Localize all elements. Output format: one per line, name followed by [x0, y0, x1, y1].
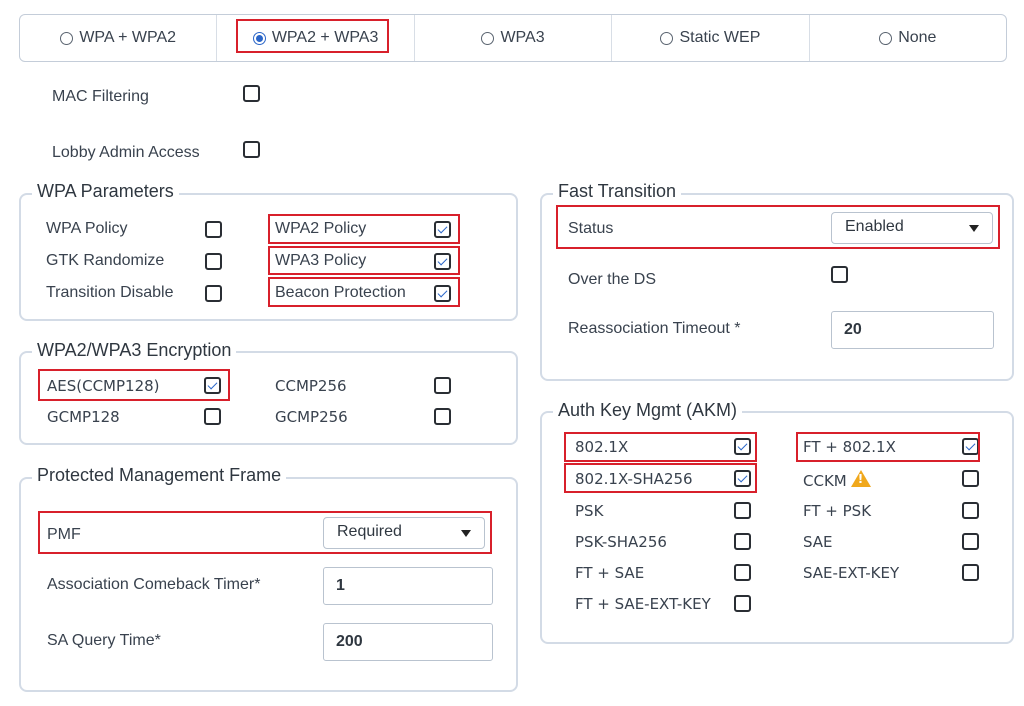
mode-wpa3[interactable]: WPA3 [415, 15, 613, 61]
lobby-admin-checkbox[interactable] [243, 141, 260, 158]
akm-psk-label: PSK [575, 502, 604, 520]
sa-query-input[interactable]: 200 [323, 623, 493, 661]
aes-checkbox[interactable] [204, 377, 221, 394]
fast-transition-title: Fast Transition [553, 181, 682, 202]
akm-ft-sae-ext-label: FT + SAE-EXT-KEY [575, 595, 711, 613]
mac-filtering-checkbox[interactable] [243, 85, 260, 102]
gcmp256-label: GCMP256 [275, 408, 348, 426]
over-ds-checkbox[interactable] [831, 266, 848, 283]
akm-cckm-row: CCKM! [803, 470, 871, 490]
ccmp256-checkbox[interactable] [434, 377, 451, 394]
akm-sae-ext-checkbox[interactable] [962, 564, 979, 581]
mode-label: WPA2 + WPA3 [271, 29, 379, 46]
warning-icon: ! [850, 470, 871, 487]
mode-label: None [898, 29, 937, 46]
transition-disable-checkbox[interactable] [205, 285, 222, 302]
over-ds-label: Over the DS [568, 271, 657, 288]
radio-icon [660, 31, 674, 45]
wpa-parameters-title: WPA Parameters [32, 181, 179, 202]
akm-psk-sha256-label: PSK-SHA256 [575, 533, 667, 551]
sa-query-label: SA Query Time* [47, 632, 161, 649]
aes-label: AES(CCMP128) [47, 377, 160, 395]
pmf-select-value: Required [337, 523, 402, 540]
wpa3-policy-checkbox[interactable] [434, 253, 451, 270]
encryption-panel [19, 351, 518, 445]
radio-icon [481, 31, 495, 45]
gcmp128-label: GCMP128 [47, 408, 120, 426]
pmf-select[interactable]: Required [323, 517, 485, 549]
mode-none[interactable]: None [810, 15, 1006, 61]
akm-dot1x-sha256-checkbox[interactable] [734, 470, 751, 487]
mode-label: WPA + WPA2 [79, 29, 177, 46]
gtk-randomize-checkbox[interactable] [205, 253, 222, 270]
akm-ft-sae-label: FT + SAE [575, 564, 645, 582]
akm-dot1x-label: 802.1X [575, 438, 629, 456]
akm-sae-label: SAE [803, 533, 833, 551]
encryption-title: WPA2/WPA3 Encryption [32, 340, 237, 361]
reassoc-timeout-label: Reassociation Timeout * [568, 320, 741, 337]
wpa-policy-checkbox[interactable] [205, 221, 222, 238]
akm-dot1x-checkbox[interactable] [734, 438, 751, 455]
beacon-protection-label: Beacon Protection [275, 284, 406, 301]
wpa-policy-label: WPA Policy [46, 220, 128, 237]
ft-status-label: Status [568, 220, 614, 237]
radio-icon [879, 31, 893, 45]
ccmp256-label: CCMP256 [275, 377, 347, 395]
akm-sae-checkbox[interactable] [962, 533, 979, 550]
beacon-protection-checkbox[interactable] [434, 285, 451, 302]
akm-dot1x-sha256-label: 802.1X-SHA256 [575, 470, 693, 488]
comeback-timer-label: Association Comeback Timer* [47, 576, 261, 593]
gcmp128-checkbox[interactable] [204, 408, 221, 425]
akm-cckm-checkbox[interactable] [962, 470, 979, 487]
comeback-timer-input[interactable]: 1 [323, 567, 493, 605]
ft-status-select[interactable]: Enabled [831, 212, 993, 244]
transition-disable-label: Transition Disable [46, 284, 174, 301]
security-mode-bar: WPA + WPA2 WPA2 + WPA3 WPA3 Static WEP N… [19, 14, 1007, 62]
gcmp256-checkbox[interactable] [434, 408, 451, 425]
ft-status-value: Enabled [845, 218, 904, 235]
akm-ft-sae-checkbox[interactable] [734, 564, 751, 581]
wpa2-policy-label: WPA2 Policy [275, 220, 367, 237]
akm-psk-checkbox[interactable] [734, 502, 751, 519]
pmf-title: Protected Management Frame [32, 465, 287, 486]
chevron-down-icon [461, 530, 471, 537]
chevron-down-icon [969, 225, 979, 232]
wpa3-policy-label: WPA3 Policy [275, 252, 367, 269]
akm-title: Auth Key Mgmt (AKM) [553, 400, 743, 421]
wpa2-policy-checkbox[interactable] [434, 221, 451, 238]
reassoc-timeout-input[interactable]: 20 [831, 311, 994, 349]
akm-ft-psk-checkbox[interactable] [962, 502, 979, 519]
gtk-randomize-label: GTK Randomize [46, 252, 165, 269]
akm-ft-dot1x-checkbox[interactable] [962, 438, 979, 455]
radio-selected-icon [252, 31, 266, 45]
mode-label: WPA3 [500, 29, 545, 46]
akm-ft-psk-label: FT + PSK [803, 502, 872, 520]
akm-ft-dot1x-label: FT + 802.1X [803, 438, 896, 456]
pmf-label: PMF [47, 526, 81, 543]
akm-psk-sha256-checkbox[interactable] [734, 533, 751, 550]
mode-label: Static WEP [679, 29, 761, 46]
mode-wpa2-wpa3[interactable]: WPA2 + WPA3 [217, 15, 415, 61]
mode-wpa-wpa2[interactable]: WPA + WPA2 [20, 15, 218, 61]
radio-icon [60, 31, 74, 45]
akm-ft-sae-ext-checkbox[interactable] [734, 595, 751, 612]
lobby-admin-label: Lobby Admin Access [52, 144, 200, 161]
mac-filtering-label: MAC Filtering [52, 88, 149, 105]
mode-static-wep[interactable]: Static WEP [612, 15, 810, 61]
akm-sae-ext-label: SAE-EXT-KEY [803, 564, 900, 582]
akm-cckm-label: CCKM [803, 472, 847, 490]
